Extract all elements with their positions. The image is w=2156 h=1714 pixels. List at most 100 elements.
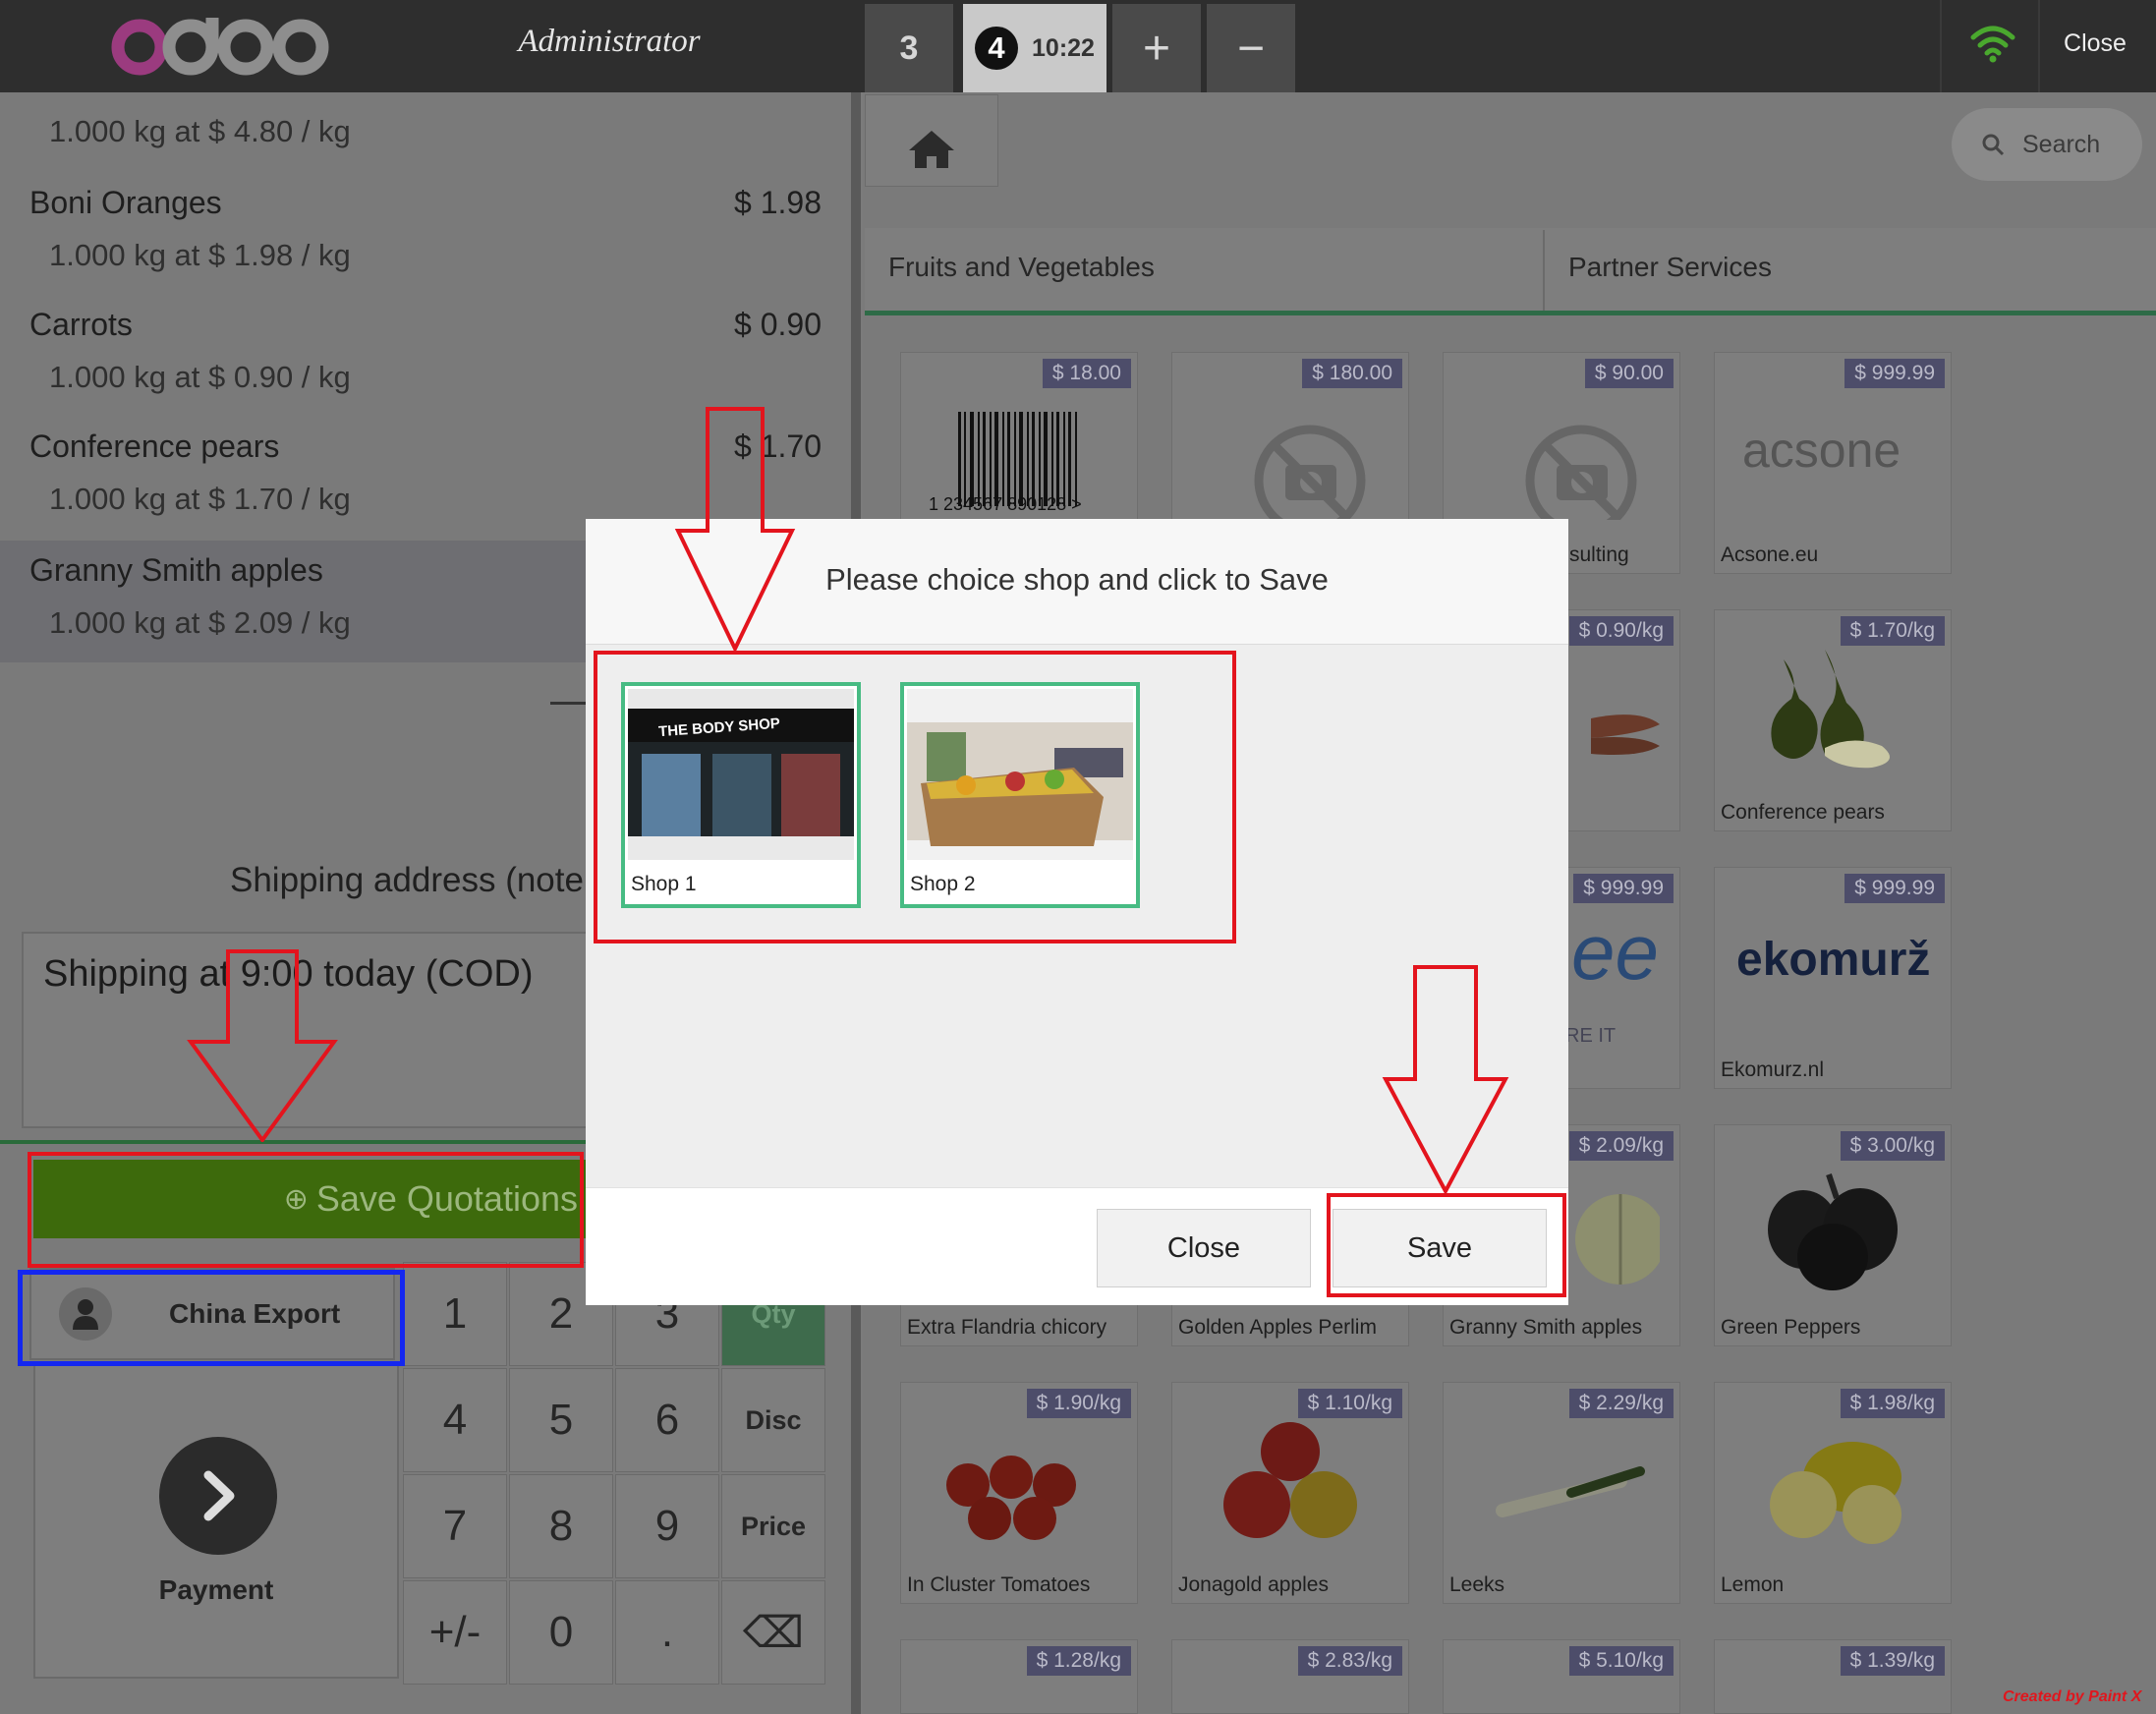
divider	[1940, 0, 1942, 92]
numpad-key-9[interactable]: 9	[615, 1474, 719, 1578]
no-image-icon	[1254, 425, 1366, 520]
numpad-key-dot[interactable]: .	[615, 1580, 719, 1685]
tomato-image	[946, 1456, 1076, 1540]
product-card[interactable]: acsone $ 999.99 Acsone.eu	[1714, 352, 1952, 574]
product-price: $ 1.10/kg	[1297, 1389, 1402, 1418]
product-card[interactable]: $ 1.28/kg	[900, 1639, 1138, 1714]
product-price: $ 1.70/kg	[1840, 616, 1945, 646]
chevron-right-icon	[159, 1437, 277, 1555]
numpad-key-6[interactable]: 6	[615, 1368, 719, 1472]
watermark-credit: Created by Paint X	[2003, 1688, 2142, 1705]
annotation-box-save-quotations	[28, 1152, 584, 1268]
numpad-mode-price[interactable]: Price	[721, 1474, 825, 1578]
numpad-key-4[interactable]: 4	[403, 1368, 507, 1472]
annotation-box-customer	[18, 1270, 405, 1366]
numpad-key-5[interactable]: 5	[509, 1368, 613, 1472]
order-line-price: $ 1.98	[734, 185, 822, 220]
product-card[interactable]: $ 1.98/kg Lemon	[1714, 1382, 1952, 1604]
apple-image	[1223, 1422, 1357, 1538]
close-pos-button[interactable]: Close	[2034, 29, 2156, 58]
backspace-icon[interactable]: ⌫	[721, 1580, 825, 1685]
divider	[865, 311, 2156, 315]
order-line-name: Boni Oranges	[29, 185, 222, 220]
annotation-arrow-down-icon	[674, 407, 796, 651]
order-tab-4-time: 10:22	[1032, 33, 1095, 62]
acsone-logo: acsone	[1742, 423, 1901, 478]
product-card[interactable]: $ 3.00/kg Green Peppers	[1714, 1124, 1952, 1346]
order-line[interactable]: 1.000 kg at $ 4.80 / kg	[0, 92, 851, 163]
product-name: Extra Flandria chicory	[907, 1316, 1107, 1339]
order-line-name: Carrots	[29, 307, 133, 342]
product-price: $ 999.99	[1844, 359, 1945, 388]
order-line-detail: 1.000 kg at $ 2.09 / kg	[49, 605, 351, 640]
user-name[interactable]: Administrator	[462, 24, 757, 60]
no-image-icon	[1525, 425, 1637, 520]
order-tab-4[interactable]: 4 10:22	[963, 4, 1106, 92]
product-card[interactable]: $ 1.39/kg	[1714, 1639, 1952, 1714]
annotation-arrow-down-icon	[1382, 965, 1509, 1193]
product-price: $ 2.83/kg	[1297, 1646, 1402, 1676]
order-line-name: Granny Smith apples	[29, 552, 323, 588]
numpad-mode-disc[interactable]: Disc	[721, 1368, 825, 1472]
product-price: $ 2.29/kg	[1568, 1389, 1674, 1418]
product-card[interactable]: ekomurž $ 999.99 Ekomurz.nl	[1714, 867, 1952, 1089]
order-tab-3-label: 3	[899, 29, 919, 67]
home-button[interactable]	[865, 94, 998, 187]
order-tab-4-label: 4	[975, 27, 1019, 70]
search-input[interactable]: Search	[1952, 108, 2142, 181]
product-price: $ 5.10/kg	[1568, 1646, 1674, 1676]
product-price: $ 1.90/kg	[1026, 1389, 1131, 1418]
payment-label: Payment	[158, 1574, 274, 1605]
product-name: Leeks	[1449, 1573, 1505, 1596]
search-placeholder: Search	[2022, 130, 2101, 158]
divider	[1543, 230, 1545, 311]
product-price: $ 999.99	[1573, 874, 1674, 903]
product-card[interactable]: $ 1.70/kg Conference pears	[1714, 609, 1952, 831]
product-price: $ 18.00	[1042, 359, 1131, 388]
shipping-address-label: Shipping address (note	[230, 861, 584, 899]
product-price: $ 999.99	[1844, 874, 1945, 903]
order-tab-3[interactable]: 3	[865, 4, 953, 92]
dialog-close-button[interactable]: Close	[1097, 1209, 1311, 1287]
product-name: Ekomurz.nl	[1721, 1058, 1825, 1081]
wifi-icon[interactable]	[1969, 22, 2016, 65]
annotation-arrow-down-icon	[187, 949, 338, 1142]
numpad-key-7[interactable]: 7	[403, 1474, 507, 1578]
numpad-key-1[interactable]: 1	[403, 1262, 507, 1366]
order-line-detail: 1.000 kg at $ 4.80 / kg	[49, 114, 351, 148]
product-price: $ 0.90/kg	[1568, 616, 1674, 646]
product-card[interactable]: $ 1.10/kg Jonagold apples	[1171, 1382, 1409, 1604]
numpad-key-0[interactable]: 0	[509, 1580, 613, 1685]
product-card[interactable]: $ 1.90/kg In Cluster Tomatoes	[900, 1382, 1138, 1604]
order-line-detail: 1.000 kg at $ 1.70 / kg	[49, 482, 351, 516]
ekomurz-logo: ekomurž	[1736, 934, 1931, 986]
minus-icon: −	[1236, 22, 1266, 75]
product-price: $ 2.09/kg	[1568, 1131, 1674, 1161]
payment-button[interactable]: Payment	[33, 1362, 399, 1679]
numpad-key-plusminus[interactable]: +/-	[403, 1580, 507, 1685]
product-name: Lemon	[1721, 1573, 1785, 1596]
order-line[interactable]: Carrots $ 0.90 1.000 kg at $ 0.90 / kg	[0, 285, 851, 407]
add-order-button[interactable]: +	[1112, 4, 1201, 92]
product-price: $ 1.39/kg	[1840, 1646, 1945, 1676]
home-icon	[909, 131, 954, 168]
barcode-number: 1 234567 890128 >	[929, 494, 1082, 514]
product-price: $ 1.98/kg	[1840, 1389, 1945, 1418]
barcode-image: 1 234567 890128 >	[921, 382, 1117, 520]
product-price: $ 1.28/kg	[1026, 1646, 1131, 1676]
product-card[interactable]: $ 2.29/kg Leeks	[1443, 1382, 1680, 1604]
category-fruits-vegetables[interactable]: Fruits and Vegetables	[888, 252, 1155, 283]
product-name: Conference pears	[1721, 801, 1885, 824]
numpad-key-8[interactable]: 8	[509, 1474, 613, 1578]
product-price: $ 180.00	[1302, 359, 1402, 388]
product-card[interactable]: $ 5.10/kg	[1443, 1639, 1680, 1714]
order-line[interactable]: Boni Oranges $ 1.98 1.000 kg at $ 1.98 /…	[0, 163, 851, 285]
annotation-box-shops	[594, 651, 1236, 943]
category-partner-services[interactable]: Partner Services	[1568, 252, 1772, 283]
partner-logo: ee	[1571, 908, 1659, 996]
order-line-detail: 1.000 kg at $ 0.90 / kg	[49, 360, 351, 394]
search-icon	[1982, 134, 2005, 156]
odoo-logo	[111, 18, 329, 76]
remove-order-button[interactable]: −	[1207, 4, 1295, 92]
product-card[interactable]: $ 2.83/kg	[1171, 1639, 1409, 1714]
